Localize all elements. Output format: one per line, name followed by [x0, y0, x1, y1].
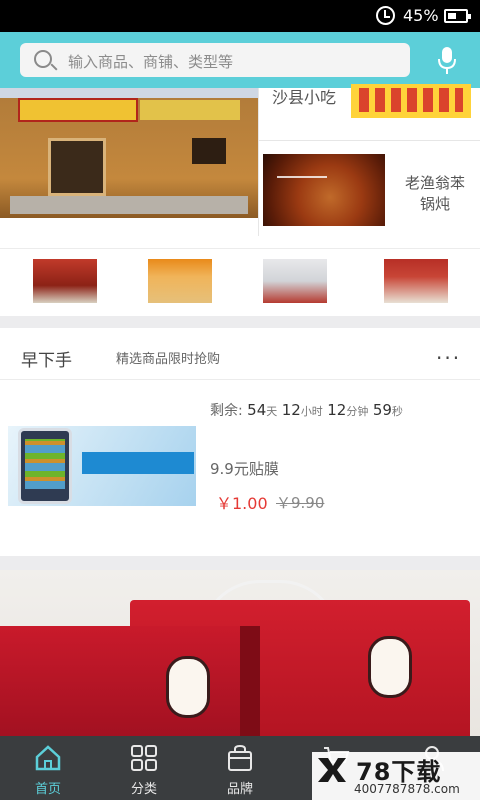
search-header: 输入商品、商铺、类型等 [0, 32, 480, 88]
shop-window [192, 138, 226, 164]
countdown: 剩余: 54天 12小时 12分钟 59秒 [210, 400, 403, 420]
shop-sign [18, 98, 138, 122]
divider [0, 248, 480, 249]
flash-sale-subtitle: 精选商品限时抢购 [116, 352, 221, 367]
status-bar: 45% [0, 0, 480, 32]
product-image[interactable] [8, 426, 196, 506]
brand-seal-logo [368, 636, 412, 698]
product-price: ￥1.00 [216, 494, 268, 513]
microphone-icon[interactable] [438, 46, 456, 76]
gift-box-band [240, 626, 260, 736]
shop-sign-secondary [140, 100, 240, 120]
countdown-minutes-unit: 分钟 [346, 405, 369, 418]
tab-home[interactable]: 首页 [0, 736, 96, 800]
search-icon [34, 50, 52, 68]
home-icon [35, 745, 61, 771]
shop-strip-thumbnail[interactable] [148, 259, 212, 303]
bag-icon [228, 744, 252, 771]
watermark-site: 4007787878.com [354, 782, 460, 796]
shop-thumbnail-side[interactable] [263, 154, 385, 226]
watermark-logo-icon [318, 758, 346, 782]
countdown-minutes: 12 [327, 401, 347, 419]
search-input[interactable]: 输入商品、商铺、类型等 [20, 43, 410, 77]
countdown-hours: 12 [281, 401, 301, 419]
site-watermark: 78下载 4007787878.com [312, 752, 480, 800]
product-original-price: ￥9.90 [276, 494, 325, 512]
countdown-seconds: 59 [372, 401, 392, 419]
tab-category[interactable]: 分类 [96, 736, 192, 800]
grid-icon [131, 745, 157, 771]
battery-icon [444, 9, 471, 23]
search-placeholder: 输入商品、商铺、类型等 [68, 53, 234, 71]
shop-strip-thumbnail[interactable] [384, 259, 448, 303]
tab-label: 分类 [130, 782, 157, 797]
more-button[interactable]: ··· [436, 346, 461, 370]
gift-box-front [0, 626, 250, 736]
countdown-hours-unit: 小时 [300, 405, 323, 418]
countdown-days-unit: 天 [266, 405, 278, 418]
phone-illustration [18, 428, 72, 504]
flash-sale-title: 早下手 [21, 351, 72, 371]
product-name[interactable]: 9.9元贴膜 [210, 458, 279, 479]
shop-label-top[interactable]: 沙县小吃 [272, 84, 336, 108]
shop-strip-thumbnail[interactable] [263, 259, 327, 303]
tab-label: 首页 [34, 782, 61, 797]
battery-percent: 45% [403, 6, 439, 25]
shop-banner-image[interactable] [0, 88, 258, 218]
shop-thumbnail-top[interactable] [351, 84, 471, 118]
shop-strip-thumbnail[interactable] [33, 259, 97, 303]
alarm-icon [376, 6, 395, 25]
countdown-seconds-unit: 秒 [391, 405, 403, 418]
section-separator [0, 556, 480, 570]
shop-label-side[interactable]: 老渔翁苯锅炖 [400, 173, 470, 215]
countdown-prefix: 剩余: [210, 403, 243, 419]
tab-brand[interactable]: 品牌 [192, 736, 288, 800]
shop-steps [10, 196, 248, 214]
section-separator [0, 316, 480, 328]
product-ribbon [82, 452, 194, 474]
promo-banner[interactable] [0, 570, 480, 736]
divider [259, 140, 480, 141]
shop-door [48, 138, 106, 196]
countdown-days: 54 [247, 401, 267, 419]
brand-seal-logo [166, 656, 210, 718]
divider [258, 88, 259, 236]
tab-label: 品牌 [226, 782, 253, 797]
flash-sale-header: 早下手 精选商品限时抢购 ··· [0, 328, 480, 380]
